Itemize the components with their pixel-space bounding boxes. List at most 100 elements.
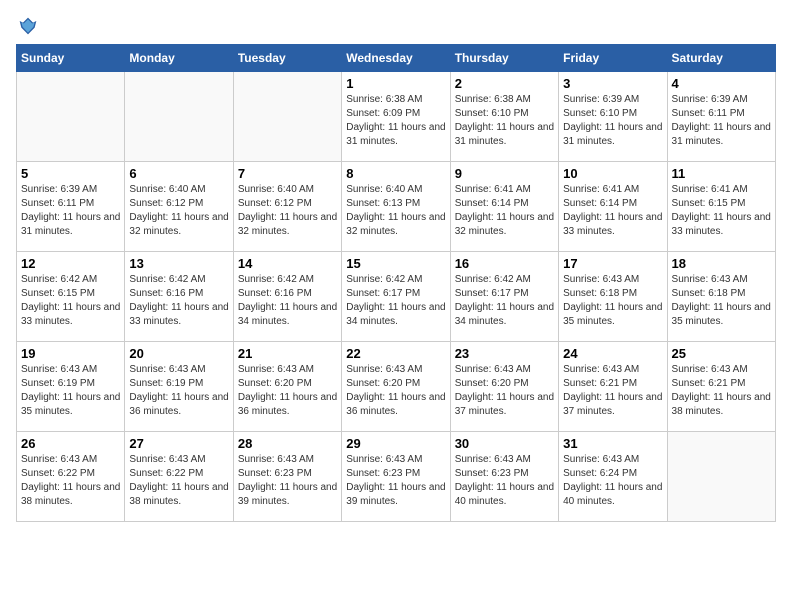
calendar-table: SundayMondayTuesdayWednesdayThursdayFrid… (16, 44, 776, 522)
calendar-cell: 1 Sunrise: 6:38 AMSunset: 6:09 PMDaylight… (342, 72, 450, 162)
calendar-cell: 20 Sunrise: 6:43 AMSunset: 6:19 PMDayligh… (125, 342, 233, 432)
day-number: 19 (21, 346, 120, 361)
day-number: 11 (672, 166, 771, 181)
day-number: 21 (238, 346, 337, 361)
cell-info: Sunrise: 6:43 AMSunset: 6:20 PMDaylight:… (346, 363, 445, 419)
calendar-cell: 27 Sunrise: 6:43 AMSunset: 6:22 PMDayligh… (125, 432, 233, 522)
cell-info: Sunrise: 6:42 AMSunset: 6:15 PMDaylight:… (21, 273, 120, 329)
weekday-header: Sunday (17, 45, 125, 72)
cell-info: Sunrise: 6:40 AMSunset: 6:12 PMDaylight:… (129, 183, 228, 239)
weekday-header: Saturday (667, 45, 775, 72)
weekday-header: Monday (125, 45, 233, 72)
cell-info: Sunrise: 6:43 AMSunset: 6:21 PMDaylight:… (563, 363, 662, 419)
day-number: 13 (129, 256, 228, 271)
cell-info: Sunrise: 6:42 AMSunset: 6:17 PMDaylight:… (346, 273, 445, 329)
day-number: 23 (455, 346, 554, 361)
calendar-week-row: 26 Sunrise: 6:43 AMSunset: 6:22 PMDayligh… (17, 432, 776, 522)
day-number: 28 (238, 436, 337, 451)
cell-info: Sunrise: 6:43 AMSunset: 6:22 PMDaylight:… (129, 453, 228, 509)
cell-info: Sunrise: 6:39 AMSunset: 6:11 PMDaylight:… (672, 93, 771, 149)
calendar-cell: 17 Sunrise: 6:43 AMSunset: 6:18 PMDayligh… (559, 252, 667, 342)
cell-info: Sunrise: 6:43 AMSunset: 6:18 PMDaylight:… (672, 273, 771, 329)
cell-info: Sunrise: 6:43 AMSunset: 6:22 PMDaylight:… (21, 453, 120, 509)
cell-info: Sunrise: 6:40 AMSunset: 6:12 PMDaylight:… (238, 183, 337, 239)
cell-info: Sunrise: 6:43 AMSunset: 6:19 PMDaylight:… (21, 363, 120, 419)
calendar-week-row: 1 Sunrise: 6:38 AMSunset: 6:09 PMDaylight… (17, 72, 776, 162)
calendar-cell: 13 Sunrise: 6:42 AMSunset: 6:16 PMDayligh… (125, 252, 233, 342)
cell-info: Sunrise: 6:43 AMSunset: 6:24 PMDaylight:… (563, 453, 662, 509)
cell-info: Sunrise: 6:38 AMSunset: 6:09 PMDaylight:… (346, 93, 445, 149)
calendar-cell: 10 Sunrise: 6:41 AMSunset: 6:14 PMDayligh… (559, 162, 667, 252)
calendar-cell (17, 72, 125, 162)
calendar-cell: 25 Sunrise: 6:43 AMSunset: 6:21 PMDayligh… (667, 342, 775, 432)
day-number: 9 (455, 166, 554, 181)
calendar-cell: 16 Sunrise: 6:42 AMSunset: 6:17 PMDayligh… (450, 252, 558, 342)
day-number: 30 (455, 436, 554, 451)
day-number: 18 (672, 256, 771, 271)
calendar-cell: 22Sunrise: 6:43 AMSunset: 6:20 PMDayligh… (342, 342, 450, 432)
cell-info: Sunrise: 6:43 AMSunset: 6:20 PMDaylight:… (455, 363, 554, 419)
weekday-header: Friday (559, 45, 667, 72)
day-number: 17 (563, 256, 662, 271)
calendar-cell (125, 72, 233, 162)
day-number: 10 (563, 166, 662, 181)
cell-info: Sunrise: 6:42 AMSunset: 6:17 PMDaylight:… (455, 273, 554, 329)
calendar-cell: 21 Sunrise: 6:43 AMSunset: 6:20 PMDayligh… (233, 342, 341, 432)
calendar-cell: 29 Sunrise: 6:43 AMSunset: 6:23 PMDayligh… (342, 432, 450, 522)
day-number: 2 (455, 76, 554, 91)
cell-info: Sunrise: 6:43 AMSunset: 6:18 PMDaylight:… (563, 273, 662, 329)
calendar-cell: 19 Sunrise: 6:43 AMSunset: 6:19 PMDayligh… (17, 342, 125, 432)
day-number: 1 (346, 76, 445, 91)
calendar-week-row: 12 Sunrise: 6:42 AMSunset: 6:15 PMDayligh… (17, 252, 776, 342)
calendar-cell: 26 Sunrise: 6:43 AMSunset: 6:22 PMDayligh… (17, 432, 125, 522)
calendar-cell: 3Sunrise: 6:39 AMSunset: 6:10 PMDaylight… (559, 72, 667, 162)
cell-info: Sunrise: 6:43 AMSunset: 6:19 PMDaylight:… (129, 363, 228, 419)
day-number: 3 (563, 76, 662, 91)
day-number: 5 (21, 166, 120, 181)
cell-info: Sunrise: 6:43 AMSunset: 6:20 PMDaylight:… (238, 363, 337, 419)
cell-info: Sunrise: 6:43 AMSunset: 6:23 PMDaylight:… (238, 453, 337, 509)
cell-info: Sunrise: 6:41 AMSunset: 6:14 PMDaylight:… (455, 183, 554, 239)
cell-info: Sunrise: 6:43 AMSunset: 6:23 PMDaylight:… (455, 453, 554, 509)
weekday-header: Wednesday (342, 45, 450, 72)
weekday-header: Thursday (450, 45, 558, 72)
calendar-cell: 9 Sunrise: 6:41 AMSunset: 6:14 PMDaylight… (450, 162, 558, 252)
day-number: 4 (672, 76, 771, 91)
calendar-cell (233, 72, 341, 162)
calendar-week-row: 5Sunrise: 6:39 AMSunset: 6:11 PMDaylight… (17, 162, 776, 252)
day-number: 6 (129, 166, 228, 181)
day-number: 27 (129, 436, 228, 451)
calendar-cell: 7Sunrise: 6:40 AMSunset: 6:12 PMDaylight… (233, 162, 341, 252)
page-header (16, 16, 776, 36)
cell-info: Sunrise: 6:41 AMSunset: 6:14 PMDaylight:… (563, 183, 662, 239)
calendar-cell: 24 Sunrise: 6:43 AMSunset: 6:21 PMDayligh… (559, 342, 667, 432)
calendar-cell: 23 Sunrise: 6:43 AMSunset: 6:20 PMDayligh… (450, 342, 558, 432)
cell-info: Sunrise: 6:43 AMSunset: 6:21 PMDaylight:… (672, 363, 771, 419)
day-number: 31 (563, 436, 662, 451)
logo (16, 16, 40, 36)
calendar-cell: 31 Sunrise: 6:43 AMSunset: 6:24 PMDayligh… (559, 432, 667, 522)
calendar-cell: 6 Sunrise: 6:40 AMSunset: 6:12 PMDaylight… (125, 162, 233, 252)
day-number: 16 (455, 256, 554, 271)
calendar-cell: 5Sunrise: 6:39 AMSunset: 6:11 PMDaylight… (17, 162, 125, 252)
day-number: 12 (21, 256, 120, 271)
cell-info: Sunrise: 6:43 AMSunset: 6:23 PMDaylight:… (346, 453, 445, 509)
day-number: 8 (346, 166, 445, 181)
calendar-cell: 2 Sunrise: 6:38 AMSunset: 6:10 PMDaylight… (450, 72, 558, 162)
calendar-cell: 30 Sunrise: 6:43 AMSunset: 6:23 PMDayligh… (450, 432, 558, 522)
cell-info: Sunrise: 6:38 AMSunset: 6:10 PMDaylight:… (455, 93, 554, 149)
calendar-cell: 14Sunrise: 6:42 AMSunset: 6:16 PMDayligh… (233, 252, 341, 342)
day-number: 29 (346, 436, 445, 451)
calendar-cell: 28 Sunrise: 6:43 AMSunset: 6:23 PMDayligh… (233, 432, 341, 522)
cell-info: Sunrise: 6:42 AMSunset: 6:16 PMDaylight:… (129, 273, 228, 329)
cell-info: Sunrise: 6:40 AMSunset: 6:13 PMDaylight:… (346, 183, 445, 239)
day-number: 24 (563, 346, 662, 361)
day-number: 25 (672, 346, 771, 361)
day-number: 15 (346, 256, 445, 271)
calendar-cell: 18 Sunrise: 6:43 AMSunset: 6:18 PMDayligh… (667, 252, 775, 342)
calendar-week-row: 19 Sunrise: 6:43 AMSunset: 6:19 PMDayligh… (17, 342, 776, 432)
weekday-header: Tuesday (233, 45, 341, 72)
day-number: 14 (238, 256, 337, 271)
day-number: 20 (129, 346, 228, 361)
day-number: 26 (21, 436, 120, 451)
